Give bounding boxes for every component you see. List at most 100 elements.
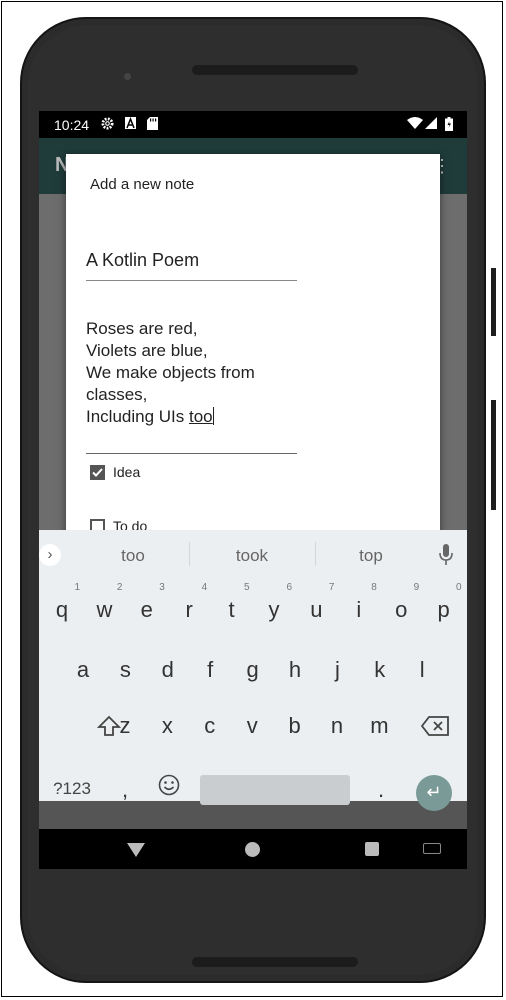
suggestion-top[interactable]: top xyxy=(311,546,431,566)
key-label: c xyxy=(204,713,216,738)
note-title-input[interactable]: A Kotlin Poem xyxy=(86,250,297,281)
key-u[interactable]: u7 xyxy=(296,582,336,634)
soft-keyboard: › too took top q1w2e3r4t5y6u7i8o9p0 asdf… xyxy=(39,530,467,811)
back-icon[interactable] xyxy=(127,843,145,857)
idea-checkbox[interactable] xyxy=(90,464,105,480)
power-button xyxy=(491,268,496,336)
suggestion-too[interactable]: too xyxy=(73,546,193,566)
key-label: a xyxy=(76,657,90,682)
idea-checkbox-row[interactable]: Idea xyxy=(90,464,140,480)
key-h[interactable]: h xyxy=(275,646,315,694)
key-label: p xyxy=(437,597,450,622)
check-icon xyxy=(92,467,103,477)
key-f[interactable]: f xyxy=(190,646,230,694)
key-k[interactable]: k xyxy=(360,646,400,694)
enter-icon: ↵ xyxy=(426,782,442,802)
key-label: e xyxy=(140,597,153,622)
chevron-right-icon[interactable]: › xyxy=(39,544,61,566)
home-icon[interactable] xyxy=(245,842,260,857)
phone-screen: 10:24 N ⋮ Add a new note A Kotlin Poem R… xyxy=(39,111,467,869)
suggestion-divider xyxy=(189,542,190,566)
key-number-hint: 2 xyxy=(116,582,123,593)
suggestion-took[interactable]: took xyxy=(192,546,312,566)
shift-icon xyxy=(96,715,122,736)
text-cursor xyxy=(212,407,214,425)
key-label: m xyxy=(370,713,389,738)
key-w[interactable]: w2 xyxy=(84,582,124,634)
key-label: r xyxy=(185,597,193,622)
battery-icon xyxy=(445,117,453,134)
body-line: classes, xyxy=(86,385,148,404)
top-speaker xyxy=(192,65,358,75)
key-label: q xyxy=(55,597,69,622)
key-label: v xyxy=(246,713,258,738)
key-label: g xyxy=(246,657,259,682)
key-j[interactable]: j xyxy=(317,646,357,694)
dialog-title: Add a new note xyxy=(90,176,195,193)
key-label: n xyxy=(330,713,344,738)
key-label: s xyxy=(119,657,131,682)
key-label: d xyxy=(161,657,174,682)
enter-key[interactable]: ↵ xyxy=(416,775,452,811)
key-x[interactable]: x xyxy=(147,702,187,750)
backspace-key[interactable] xyxy=(415,702,455,750)
key-d[interactable]: d xyxy=(148,646,188,694)
key-g[interactable]: g xyxy=(233,646,273,694)
key-label: j xyxy=(334,657,340,682)
key-q[interactable]: q1 xyxy=(42,582,82,634)
wifi-icon xyxy=(407,117,423,132)
emoji-icon xyxy=(158,774,180,796)
sd-card-icon xyxy=(147,117,158,133)
symbols-key[interactable]: ?123 xyxy=(51,765,93,813)
key-number-hint: 9 xyxy=(413,582,420,593)
period-key[interactable]: . xyxy=(361,766,401,814)
key-label: y xyxy=(268,597,280,622)
key-o[interactable]: o9 xyxy=(381,582,421,634)
key-i[interactable]: i8 xyxy=(339,582,379,634)
key-r[interactable]: r4 xyxy=(169,582,209,634)
key-v[interactable]: v xyxy=(232,702,272,750)
key-l[interactable]: l xyxy=(402,646,442,694)
emoji-key[interactable] xyxy=(149,761,189,809)
body-line: Roses are red, xyxy=(86,319,198,338)
navigation-bar xyxy=(39,829,467,869)
key-label: f xyxy=(207,657,214,682)
key-label: l xyxy=(419,657,425,682)
comma-key[interactable]: , xyxy=(105,766,145,814)
key-c[interactable]: c xyxy=(190,702,230,750)
key-m[interactable]: m xyxy=(359,702,399,750)
key-number-hint: 3 xyxy=(159,582,165,593)
body-line-prefix: Including UIs xyxy=(86,407,189,426)
key-p[interactable]: p0 xyxy=(424,582,464,634)
recents-icon[interactable] xyxy=(365,842,379,856)
key-label: u xyxy=(310,597,323,622)
front-camera xyxy=(124,73,131,80)
keyboard-switch-icon[interactable] xyxy=(423,843,441,854)
key-a[interactable]: a xyxy=(63,646,103,694)
key-n[interactable]: n xyxy=(317,702,357,750)
key-number-hint: 5 xyxy=(244,582,250,593)
key-label: h xyxy=(288,657,302,682)
key-number-hint: 6 xyxy=(286,582,292,593)
a-icon xyxy=(125,116,136,132)
key-number-hint: 1 xyxy=(74,582,80,593)
key-label: x xyxy=(161,713,173,738)
note-body-input[interactable]: Roses are red, Violets are blue, We make… xyxy=(86,318,297,454)
key-number-hint: 8 xyxy=(371,582,377,593)
key-label: o xyxy=(395,597,408,622)
key-number-hint: 0 xyxy=(456,582,462,593)
shift-key[interactable] xyxy=(89,702,129,750)
key-label: w xyxy=(96,597,113,622)
key-e[interactable]: e3 xyxy=(127,582,167,634)
signal-icon xyxy=(425,117,437,132)
microphone-icon[interactable] xyxy=(439,544,453,566)
key-label: b xyxy=(288,713,301,738)
space-key[interactable] xyxy=(200,775,350,805)
key-t[interactable]: t5 xyxy=(212,582,252,634)
backspace-icon xyxy=(420,716,449,736)
key-y[interactable]: y6 xyxy=(254,582,294,634)
key-b[interactable]: b xyxy=(275,702,315,750)
key-s[interactable]: s xyxy=(105,646,145,694)
body-line: We make objects from xyxy=(86,363,255,382)
status-bar: 10:24 xyxy=(39,111,467,138)
